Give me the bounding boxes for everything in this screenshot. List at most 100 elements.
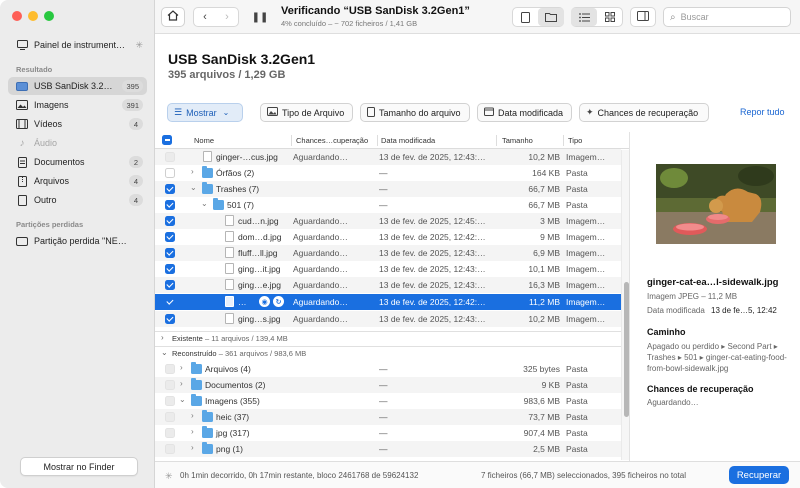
row-checkbox[interactable] (165, 297, 175, 307)
preview-eye-icon[interactable]: ◉ (259, 296, 270, 307)
path-heading: Caminho (647, 327, 686, 337)
column-header-size[interactable]: Tamanho (502, 136, 533, 145)
home-button[interactable] (161, 7, 185, 27)
archive-icon (16, 175, 28, 187)
row-checkbox[interactable] (165, 184, 175, 194)
table-row[interactable]: › Documentos (2) — 9 KB Pasta (155, 377, 621, 393)
sidebar-item-usb-drive[interactable]: USB SanDisk 3.2… 395 (8, 77, 147, 95)
image-preview[interactable] (656, 164, 776, 244)
column-header-name[interactable]: Nome (194, 136, 214, 145)
table-row[interactable]: › Órfãos (2) — 164 KB Pasta (155, 165, 621, 181)
disclosure-right-icon[interactable]: › (191, 427, 194, 436)
disclosure-right-icon[interactable]: › (191, 443, 194, 452)
row-checkbox[interactable] (165, 264, 175, 274)
show-filter-button[interactable]: ☰ Mostrar ⌄ (167, 103, 243, 122)
row-checkbox[interactable] (165, 444, 175, 454)
disclosure-right-icon[interactable]: › (180, 379, 183, 388)
sidebar-item-documents[interactable]: Documentos 2 (8, 153, 147, 171)
row-checkbox[interactable] (165, 168, 175, 178)
row-checkbox[interactable] (165, 314, 175, 324)
file-view-button[interactable] (512, 8, 538, 26)
sidebar-item-dashboard[interactable]: Painel de instrument… ✳ (8, 36, 147, 54)
row-checkbox[interactable] (165, 200, 175, 210)
sidebar-item-archives[interactable]: Arquivos 4 (8, 172, 147, 190)
file-name: … (238, 297, 247, 307)
selection-summary: 7 ficheiros (66,7 MB) seleccionados, 395… (481, 471, 686, 480)
table-row[interactable]: ging…e.jpg Aguardando… 13 de fev. de 202… (155, 277, 621, 293)
table-row[interactable]: dom…d.jpg Aguardando… 13 de fev. de 2025… (155, 229, 621, 245)
recovery-chance-filter[interactable]: ✦ Chances de recuperação (579, 103, 709, 122)
select-all-checkbox[interactable] (162, 135, 172, 145)
row-checkbox[interactable] (165, 364, 175, 374)
table-row[interactable]: › heic (37) — 73,7 MB Pasta (155, 409, 621, 425)
table-row[interactable]: › Arquivos (4) — 325 bytes Pasta (155, 361, 621, 377)
table-row[interactable]: ginger-…cus.jpg Aguardando… 13 de fev. d… (155, 149, 621, 165)
row-checkbox[interactable] (165, 396, 175, 406)
date-modified-filter[interactable]: Data modificada (477, 103, 572, 122)
date-modified: — (379, 184, 388, 194)
list-view-button[interactable] (571, 8, 597, 26)
toggle-preview-panel-button[interactable] (630, 7, 656, 27)
row-checkbox[interactable] (165, 380, 175, 390)
disclosure-down-icon[interactable]: ⌄ (190, 183, 197, 192)
table-row[interactable]: › png (1) — 2,5 MB Pasta (155, 441, 621, 457)
sidebar-item-videos[interactable]: Vídeos 4 (8, 115, 147, 133)
table-scrollbar[interactable] (621, 150, 629, 460)
table-row[interactable]: ging…it.jpg Aguardando… 13 de fev. de 20… (155, 261, 621, 277)
table-row[interactable]: ⌄ Imagens (355) — 983,6 MB Pasta (155, 393, 621, 409)
recover-file-icon[interactable]: ↻ (273, 296, 284, 307)
recovery-chance: Aguardando… (293, 264, 348, 274)
table-row[interactable]: ⌄ 501 (7) — 66,7 MB Pasta (155, 197, 621, 213)
row-checkbox[interactable] (165, 232, 175, 242)
table-row-selected[interactable]: … ◉ ↻ Aguardando… 13 de fev. de 2025, 12… (155, 294, 621, 310)
table-row[interactable]: cud…n.jpg Aguardando… 13 de fev. de 2025… (155, 213, 621, 229)
pause-scan-button[interactable]: ❚❚ (249, 7, 271, 27)
row-checkbox[interactable] (165, 428, 175, 438)
grid-view-button[interactable] (597, 8, 623, 26)
forward-button[interactable]: › (216, 11, 238, 23)
disclosure-down-icon[interactable]: ⌄ (161, 348, 168, 357)
close-window-button[interactable] (12, 11, 22, 21)
disclosure-right-icon[interactable]: › (191, 411, 194, 420)
sidebar-item-lost-partition[interactable]: Partição perdida "NE… (8, 232, 147, 250)
table-row[interactable]: fluff…ll.jpg Aguardando… 13 de fev. de 2… (155, 245, 621, 261)
reset-all-link[interactable]: Repor tudo (740, 107, 785, 117)
scrollbar-thumb[interactable] (623, 282, 629, 417)
image-file-icon (225, 231, 234, 242)
grid-icon (597, 8, 623, 26)
sidebar-item-label: Painel de instrument… (34, 40, 126, 50)
disclosure-right-icon[interactable]: › (191, 167, 194, 176)
show-in-finder-button[interactable]: Mostrar no Finder (20, 457, 138, 476)
column-header-chance[interactable]: Chances…cuperação (296, 136, 368, 145)
minimize-window-button[interactable] (28, 11, 38, 21)
column-header-type[interactable]: Tipo (568, 136, 582, 145)
recover-button[interactable]: Recuperar (729, 466, 789, 484)
disclosure-right-icon[interactable]: › (161, 333, 164, 342)
column-header-date[interactable]: Data modificada (381, 136, 435, 145)
row-checkbox[interactable] (165, 412, 175, 422)
disclosure-down-icon[interactable]: ⌄ (179, 395, 186, 404)
row-checkbox[interactable] (165, 216, 175, 226)
disclosure-down-icon[interactable]: ⌄ (201, 199, 208, 208)
file-size-filter[interactable]: Tamanho do arquivo (360, 103, 470, 122)
sidebar-item-images[interactable]: Imagens 391 (8, 96, 147, 114)
table-row[interactable]: › jpg (317) — 907,4 MB Pasta (155, 425, 621, 441)
group-header-existing[interactable]: › Existente – 11 arquivos / 139,4 MB (155, 331, 621, 345)
row-checkbox[interactable] (165, 280, 175, 290)
folder-name: Órfãos (2) (216, 168, 255, 178)
back-button[interactable]: ‹ (194, 11, 216, 23)
file-type-filter[interactable]: Tipo de Arquivo (260, 103, 353, 122)
row-checkbox[interactable] (165, 248, 175, 258)
sidebar-item-other[interactable]: Outro 4 (8, 191, 147, 209)
zoom-window-button[interactable] (44, 11, 54, 21)
search-field[interactable]: ⌕ Buscar (663, 7, 791, 27)
disclosure-right-icon[interactable]: › (180, 363, 183, 372)
table-row[interactable]: ⌄ Trashes (7) — 66,7 MB Pasta (155, 181, 621, 197)
drive-outline-icon (16, 235, 28, 247)
folder-view-button[interactable] (538, 8, 564, 26)
file-type: Pasta (566, 396, 588, 406)
file-size: 325 bytes (523, 364, 560, 374)
group-header-rebuilt[interactable]: ⌄ Reconstruído – 361 arquivos / 983,6 MB (155, 346, 621, 360)
table-row[interactable]: ging…s.jpg Aguardando… 13 de fev. de 202… (155, 311, 621, 327)
row-checkbox[interactable] (165, 152, 175, 162)
